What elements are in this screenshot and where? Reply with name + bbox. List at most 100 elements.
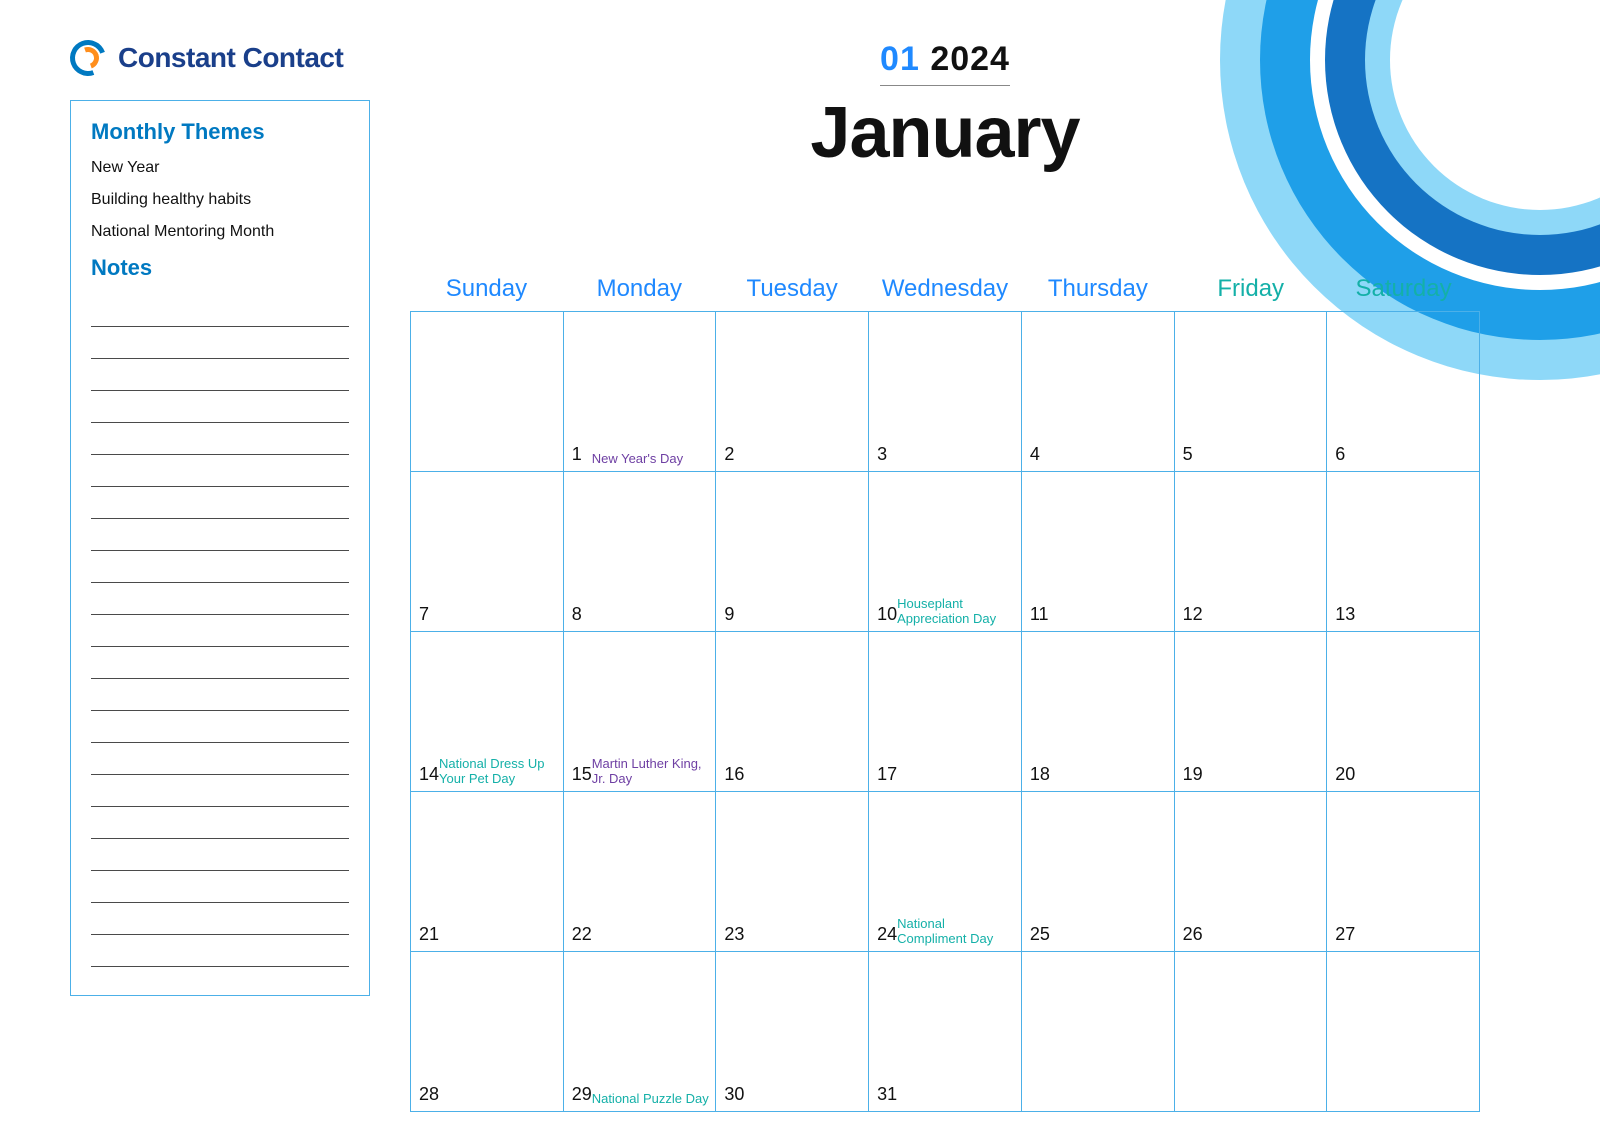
note-line[interactable] xyxy=(91,615,349,647)
calendar-event: National Puzzle Day xyxy=(592,1092,710,1107)
calendar: SundayMondayTuesdayWednesdayThursdayFrid… xyxy=(410,275,1480,1112)
note-line[interactable] xyxy=(91,711,349,743)
note-line[interactable] xyxy=(91,871,349,903)
note-line[interactable] xyxy=(91,455,349,487)
calendar-event: National Dress Up Your Pet Day xyxy=(439,757,557,787)
calendar-cell: 18 xyxy=(1022,632,1175,792)
note-line[interactable] xyxy=(91,423,349,455)
day-of-week-label: Wednesday xyxy=(869,275,1022,303)
day-number: 31 xyxy=(877,1084,897,1105)
day-of-week-label: Tuesday xyxy=(716,275,869,303)
note-line[interactable] xyxy=(91,807,349,839)
calendar-cell: 29National Puzzle Day xyxy=(564,952,717,1112)
calendar-cell: 3 xyxy=(869,312,1022,472)
note-line[interactable] xyxy=(91,327,349,359)
note-line[interactable] xyxy=(91,679,349,711)
calendar-cell: 21 xyxy=(411,792,564,952)
calendar-cell: 8 xyxy=(564,472,717,632)
day-number: 22 xyxy=(572,924,592,945)
day-number: 4 xyxy=(1030,444,1040,465)
day-number: 6 xyxy=(1335,444,1345,465)
calendar-cell: 23 xyxy=(716,792,869,952)
day-number: 1 xyxy=(572,444,582,465)
day-number: 11 xyxy=(1030,604,1049,625)
calendar-header: 01 2024 January xyxy=(410,40,1480,174)
calendar-cell: 10Houseplant Appreciation Day xyxy=(869,472,1022,632)
day-number: 30 xyxy=(724,1084,744,1105)
day-number: 18 xyxy=(1030,764,1050,785)
brand-name: Constant Contact xyxy=(118,42,343,74)
day-of-week-row: SundayMondayTuesdayWednesdayThursdayFrid… xyxy=(410,275,1480,303)
brand-mark-icon xyxy=(70,40,106,76)
calendar-cell: 30 xyxy=(716,952,869,1112)
day-number: 17 xyxy=(877,764,897,785)
notes-title: Notes xyxy=(91,255,349,281)
note-line[interactable] xyxy=(91,391,349,423)
year: 2024 xyxy=(930,40,1010,78)
calendar-cell: 27 xyxy=(1327,792,1480,952)
day-number: 26 xyxy=(1183,924,1203,945)
note-line[interactable] xyxy=(91,487,349,519)
calendar-cell: 1 New Year's Day xyxy=(564,312,717,472)
day-number: 28 xyxy=(419,1084,439,1105)
day-number: 23 xyxy=(724,924,744,945)
calendar-cell-blank xyxy=(1022,952,1175,1112)
day-number: 20 xyxy=(1335,764,1355,785)
calendar-cell: 20 xyxy=(1327,632,1480,792)
calendar-event: National Compliment Day xyxy=(897,917,1015,947)
calendar-cell: 26 xyxy=(1175,792,1328,952)
day-number: 13 xyxy=(1335,604,1355,625)
calendar-cell: 9 xyxy=(716,472,869,632)
note-line[interactable] xyxy=(91,839,349,871)
calendar-cell: 11 xyxy=(1022,472,1175,632)
day-number: 29 xyxy=(572,1084,592,1105)
note-line[interactable] xyxy=(91,775,349,807)
note-line[interactable] xyxy=(91,647,349,679)
calendar-cell: 5 xyxy=(1175,312,1328,472)
note-line[interactable] xyxy=(91,743,349,775)
calendar-cell: 7 xyxy=(411,472,564,632)
calendar-cell: 4 xyxy=(1022,312,1175,472)
month-name: January xyxy=(410,92,1480,174)
day-number: 16 xyxy=(724,764,744,785)
calendar-cell: 2 xyxy=(716,312,869,472)
calendar-cell: 16 xyxy=(716,632,869,792)
calendar-cell: 28 xyxy=(411,952,564,1112)
calendar-cell: 24National Compliment Day xyxy=(869,792,1022,952)
note-line[interactable] xyxy=(91,359,349,391)
calendar-event: New Year's Day xyxy=(592,452,710,467)
calendar-cell: 14National Dress Up Your Pet Day xyxy=(411,632,564,792)
note-line[interactable] xyxy=(91,519,349,551)
note-line[interactable] xyxy=(91,295,349,327)
calendar-cell: 15Martin Luther King, Jr. Day xyxy=(564,632,717,792)
day-of-week-label: Thursday xyxy=(1021,275,1174,303)
day-of-week-label: Saturday xyxy=(1327,275,1480,303)
note-line[interactable] xyxy=(91,903,349,935)
calendar-cell: 25 xyxy=(1022,792,1175,952)
theme-item: Building healthy habits xyxy=(91,191,349,209)
day-of-week-label: Friday xyxy=(1174,275,1327,303)
day-number: 21 xyxy=(419,924,439,945)
calendar-cell: 13 xyxy=(1327,472,1480,632)
day-number: 25 xyxy=(1030,924,1050,945)
day-number: 8 xyxy=(572,604,582,625)
calendar-cell: 6 xyxy=(1327,312,1480,472)
day-number: 10 xyxy=(877,604,897,625)
note-line[interactable] xyxy=(91,551,349,583)
calendar-cell: 31 xyxy=(869,952,1022,1112)
theme-item: New Year xyxy=(91,159,349,177)
day-number: 7 xyxy=(419,604,429,625)
day-number: 3 xyxy=(877,444,887,465)
calendar-event: Martin Luther King, Jr. Day xyxy=(592,757,710,787)
monthly-themes-title: Monthly Themes xyxy=(91,119,349,145)
note-line[interactable] xyxy=(91,583,349,615)
month-year-label: 01 2024 xyxy=(880,40,1010,86)
calendar-cell: 12 xyxy=(1175,472,1328,632)
calendar-cell-blank xyxy=(1327,952,1480,1112)
day-number: 9 xyxy=(724,604,734,625)
note-line[interactable] xyxy=(91,935,349,967)
day-of-week-label: Monday xyxy=(563,275,716,303)
calendar-cell-blank xyxy=(1175,952,1328,1112)
sidebar: Monthly Themes New Year Building healthy … xyxy=(70,100,370,996)
day-number: 24 xyxy=(877,924,897,945)
